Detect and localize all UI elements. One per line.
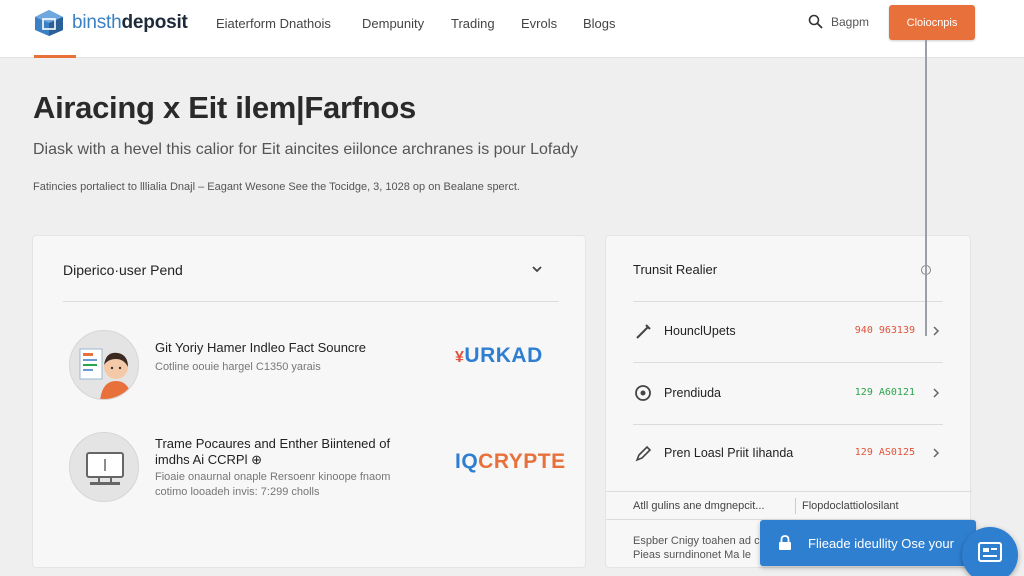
footer-link-left[interactable]: Atll gulins ane dmgnepcit...: [633, 500, 764, 512]
row-value: 940 963139: [854, 325, 915, 336]
row-label: Prendiuda: [664, 386, 721, 400]
transit-panel: Trunsit Realier HounclUpets 940 963139 P…: [605, 235, 972, 568]
avatar: [69, 330, 139, 400]
monitor-icon: [86, 452, 124, 485]
nav-link-community[interactable]: Dempunity: [362, 16, 424, 31]
brand-text: CRYPTE: [478, 450, 566, 473]
cta-button[interactable]: Cloiocnpis: [889, 5, 975, 40]
nav-link-events[interactable]: Evrols: [521, 16, 557, 31]
item-title-line2: imdhs Ai CCRPl ⊕: [155, 452, 262, 467]
person-illustration-icon: [79, 348, 132, 399]
nav-link-blogs[interactable]: Blogs: [583, 16, 616, 31]
top-navbar: binsthdeposit Eiaterform Dnathois Dempun…: [0, 0, 1024, 58]
brand-label: ¥URKAD: [455, 344, 543, 368]
item-meta: Cotline oouie hargel C1350 yarais: [155, 361, 321, 373]
lock-icon: [779, 535, 791, 550]
divider: [633, 301, 943, 302]
page-note: Fatincies portaliect to lllialia Dnajl –…: [33, 181, 520, 193]
pencil-icon: [636, 324, 651, 339]
item-meta-line1: Fioaie onaurnal onaple Rersoenr kinoope …: [155, 471, 391, 483]
row-value: 129 A60121: [854, 387, 915, 398]
brand-name-part1: binsth: [72, 12, 122, 33]
divider: [795, 498, 796, 514]
item-meta-line2: cotimo looadeh invis: 7:299 cholls: [155, 486, 320, 498]
search-label: Bagpm: [831, 14, 870, 29]
footer-link-right[interactable]: Flopdoclattiolosilant: [802, 500, 899, 512]
footer-text-line1: Espber Cnigy toahen ad cl: [633, 535, 763, 547]
chat-button[interactable]: [962, 527, 1018, 576]
transit-panel-heading: Trunsit Realier: [633, 262, 718, 277]
featured-panel: Diperico·user Pend Git Yoriy Hamer Indle…: [32, 235, 586, 568]
brand-text: URKAD: [464, 344, 543, 367]
location-pin-icon: [635, 385, 651, 401]
brand-prefix: IQ: [455, 450, 479, 473]
toast-label: Flieade ideullity Ose your: [808, 535, 954, 551]
page-subtitle: Diask with a hevel this calior for Eit a…: [33, 141, 579, 158]
avatar: [69, 432, 139, 502]
chevron-right-icon: [933, 388, 940, 398]
connector-line: [925, 40, 927, 336]
row-value: 129 AS0125: [854, 447, 915, 458]
chevron-right-icon: [933, 448, 940, 458]
cube-logo-icon: [35, 10, 63, 36]
brand-name-part2: deposit: [121, 12, 188, 33]
card-icon: [978, 542, 1002, 562]
brand-prefix: ¥: [455, 349, 465, 366]
search-button[interactable]: Bagpm: [808, 14, 869, 29]
page-title: Airacing x Eit ilem|Farfnos: [33, 90, 417, 125]
featured-panel-heading: Diperico·user Pend: [63, 262, 183, 278]
footer-text-line2: Pieas surndinonet Ma le: [633, 549, 752, 561]
list-item[interactable]: Git Yoriy Hamer Indleo Fact Souncre Cotl…: [69, 330, 559, 400]
pen-icon: [635, 445, 652, 462]
transit-row[interactable]: Prendiuda 129 A60121: [633, 378, 943, 408]
footer-text: Espber Cnigy toahen ad cl Pieas surndino…: [633, 534, 762, 562]
row-label: Pren Loasl Priit Iihanda: [664, 446, 794, 460]
nav-link-platform[interactable]: Eiaterform Dnathois: [216, 16, 331, 31]
identity-toast[interactable]: Flieade ideullity Ose your: [760, 520, 976, 566]
chevron-right-icon: [933, 326, 940, 336]
divider: [633, 362, 943, 363]
transit-row[interactable]: Pren Loasl Priit Iihanda 129 AS0125: [633, 438, 943, 468]
item-title: Git Yoriy Hamer Indleo Fact Souncre: [155, 340, 366, 355]
brand-name: binsthdeposit: [72, 12, 188, 34]
divider: [63, 301, 559, 302]
transit-row[interactable]: HounclUpets 940 963139: [633, 316, 943, 346]
brand-label: IQCRYPTE: [455, 450, 566, 474]
list-item[interactable]: Trame Pocaures and Enther Biintened of i…: [69, 432, 565, 502]
active-nav-indicator: [34, 55, 76, 58]
item-title-line1: Trame Pocaures and Enther Biintened of: [155, 436, 391, 451]
search-icon: [808, 14, 823, 29]
chevron-down-icon[interactable]: [530, 262, 544, 276]
brand-logo[interactable]: binsthdeposit: [34, 9, 188, 37]
row-label: HounclUpets: [664, 324, 736, 338]
nav-link-trading[interactable]: Trading: [451, 16, 495, 31]
divider: [633, 424, 943, 425]
divider: [606, 491, 972, 492]
